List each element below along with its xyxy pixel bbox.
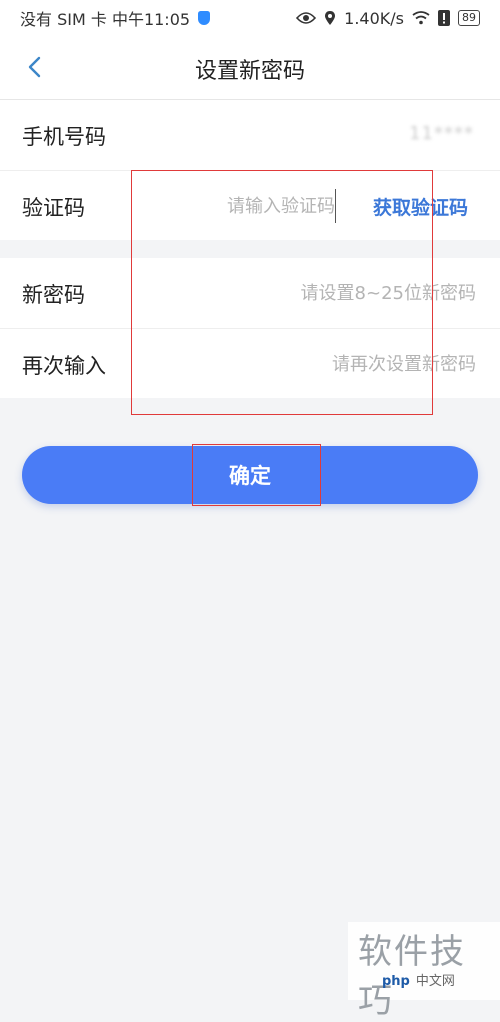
get-code-button[interactable]: 获取验证码 [373,193,468,220]
eye-icon [296,12,317,24]
alert-icon [438,10,450,26]
new-password-input[interactable] [186,276,476,310]
watermark-brand: php [382,974,410,989]
verification-code-input[interactable] [135,189,336,223]
battery-icon: 89 [458,10,480,26]
code-label: 验证码 [22,196,85,220]
repeat-password-label: 再次输入 [22,354,106,378]
verification-group: 手机号码 11**** 验证码 获取验证码 [0,100,500,240]
shield-icon [198,11,211,25]
watermark-site: php 中文网 [382,970,455,989]
repeat-password-row: 再次输入 [0,328,500,398]
watermark: 软件技巧 php 中文网 [348,922,500,1021]
status-bar: 没有 SIM 卡 中午11:05 1.40K/s 89 [0,0,500,36]
new-password-row: 新密码 [0,258,500,328]
nav-header: 设置新密码 [0,36,500,100]
page-title: 设置新密码 [194,59,305,84]
password-group: 新密码 再次输入 [0,258,500,398]
status-left: 没有 SIM 卡 中午11:05 [20,6,211,30]
status-text: 没有 SIM 卡 中午11:05 [20,10,191,29]
phone-value: 11**** [409,123,474,144]
wifi-icon [412,11,430,25]
phone-row: 手机号码 11**** [0,100,500,170]
watermark-site-name: 中文网 [415,974,455,989]
code-row: 验证码 获取验证码 [0,170,500,240]
status-right: 1.40K/s 89 [296,9,480,28]
confirm-button[interactable]: 确定 [22,446,478,504]
new-password-label: 新密码 [22,283,85,307]
location-icon [325,11,336,25]
phone-label: 手机号码 [22,125,106,149]
network-speed: 1.40K/s [344,8,404,28]
repeat-password-input[interactable] [186,347,476,381]
